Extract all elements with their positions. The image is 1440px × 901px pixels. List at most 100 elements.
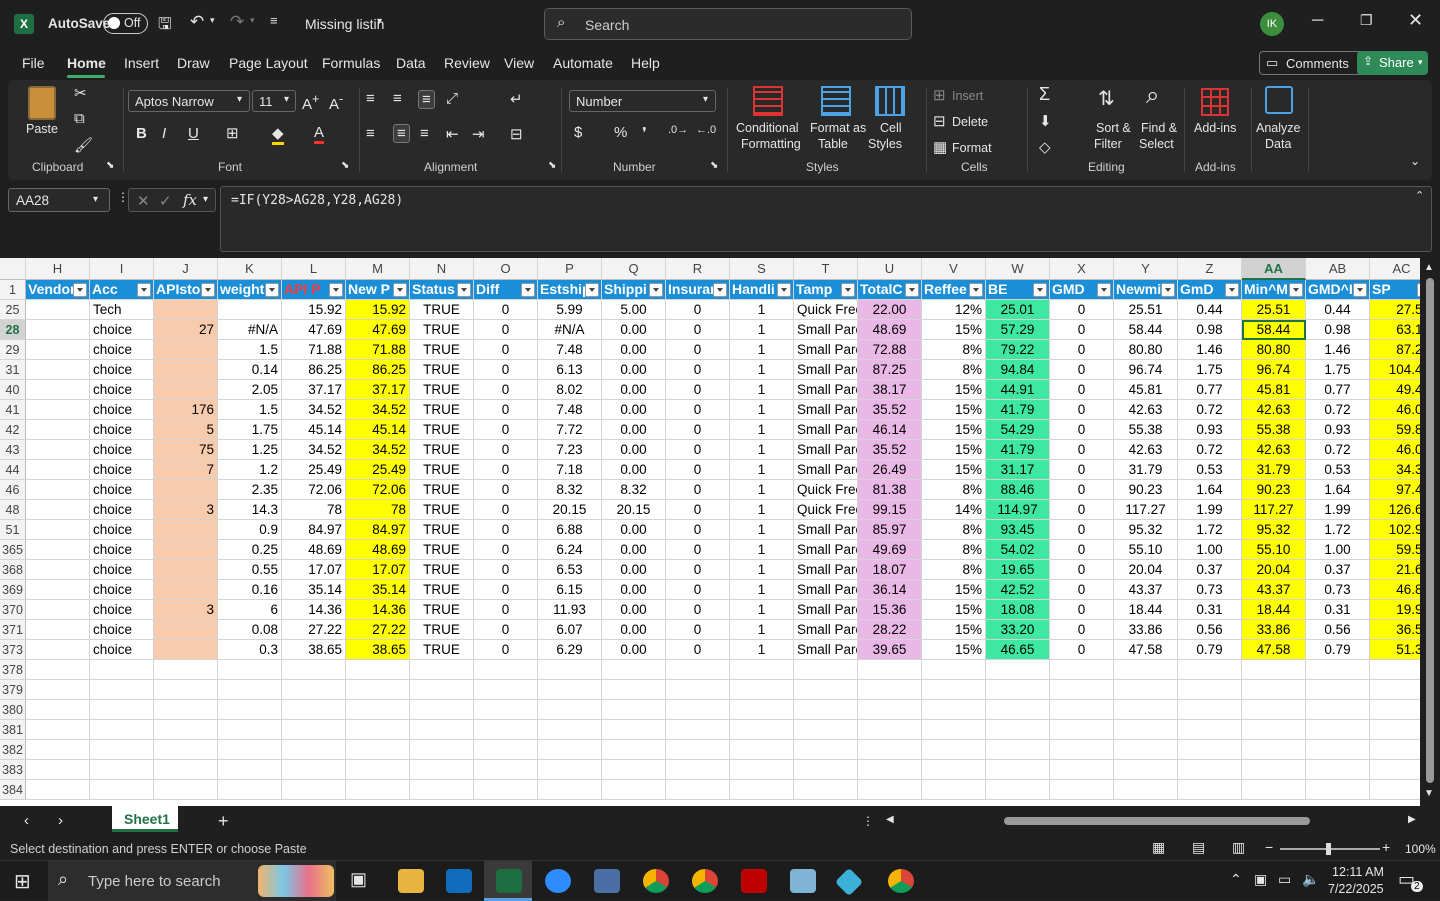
empty-cell[interactable] [1114, 660, 1178, 680]
tab-file[interactable]: File [22, 55, 45, 71]
empty-cell[interactable] [602, 740, 666, 760]
percent-icon[interactable]: % [614, 124, 627, 141]
empty-cell[interactable] [90, 680, 154, 700]
table-cell[interactable]: 39.65 [858, 640, 922, 660]
empty-cell[interactable] [794, 740, 858, 760]
filter-dropdown-icon[interactable] [777, 283, 791, 297]
row-header[interactable]: 380 [0, 700, 26, 720]
table-cell[interactable]: 0 [666, 340, 730, 360]
filter-dropdown-icon[interactable] [1097, 283, 1111, 297]
table-cell[interactable]: 25.49 [346, 460, 410, 480]
insert-cells-button[interactable]: Insert [952, 88, 983, 104]
table-header-cell[interactable]: SP [1370, 280, 1420, 300]
empty-cell[interactable] [282, 760, 346, 780]
insert-function-icon[interactable]: fx [183, 191, 197, 209]
column-header-k[interactable]: K [218, 258, 282, 280]
delete-cells-icon[interactable]: ⊟ [933, 112, 946, 130]
table-cell[interactable]: 1.5 [218, 340, 282, 360]
redo-icon[interactable]: ↷ [230, 12, 244, 32]
empty-cell[interactable] [218, 700, 282, 720]
table-cell[interactable]: TRUE [410, 340, 474, 360]
table-cell[interactable]: Small Parc [794, 540, 858, 560]
table-cell[interactable]: 1 [730, 480, 794, 500]
zoom-slider-thumb[interactable] [1326, 843, 1331, 855]
table-cell[interactable]: 0 [474, 520, 538, 540]
table-cell[interactable]: Small Parc [794, 380, 858, 400]
font-size-select[interactable]: 11 ▾ [252, 90, 296, 112]
filter-dropdown-icon[interactable] [1289, 283, 1303, 297]
table-cell[interactable]: 42.63 [1114, 440, 1178, 460]
zoom-out-icon[interactable]: − [1265, 839, 1273, 855]
table-cell[interactable]: 0.16 [218, 580, 282, 600]
table-cell[interactable]: 97.45 [1370, 480, 1420, 500]
table-cell[interactable]: 126.65 [1370, 500, 1420, 520]
table-cell[interactable]: 47.69 [346, 320, 410, 340]
table-cell[interactable]: 1 [730, 320, 794, 340]
empty-cell[interactable] [1178, 760, 1242, 780]
table-cell[interactable] [154, 340, 218, 360]
table-cell[interactable] [26, 300, 90, 320]
filter-dropdown-icon[interactable] [1161, 283, 1175, 297]
table-cell[interactable]: 37.17 [282, 380, 346, 400]
table-cell[interactable]: 20.04 [1242, 560, 1306, 580]
table-cell[interactable]: 0 [474, 420, 538, 440]
table-cell[interactable]: 37.17 [346, 380, 410, 400]
empty-cell[interactable] [986, 700, 1050, 720]
table-cell[interactable]: 86.25 [282, 360, 346, 380]
sort-filter-label-2[interactable]: Filter [1094, 136, 1122, 152]
table-cell[interactable]: 0.00 [602, 340, 666, 360]
table-cell[interactable]: 6.07 [538, 620, 602, 640]
empty-cell[interactable] [858, 720, 922, 740]
empty-cell[interactable] [1050, 680, 1114, 700]
table-cell[interactable]: choice [90, 380, 154, 400]
table-cell[interactable]: choice [90, 560, 154, 580]
table-cell[interactable] [26, 640, 90, 660]
format-painter-icon[interactable]: 🖌 [74, 136, 93, 154]
empty-cell[interactable] [1306, 740, 1370, 760]
table-cell[interactable]: 6.13 [538, 360, 602, 380]
row-header[interactable]: 1 [0, 280, 26, 300]
table-cell[interactable]: Quick Free [794, 500, 858, 520]
filter-dropdown-icon[interactable] [649, 283, 663, 297]
table-cell[interactable]: 72.88 [858, 340, 922, 360]
table-cell[interactable] [26, 440, 90, 460]
table-cell[interactable]: 48.69 [858, 320, 922, 340]
empty-cell[interactable] [218, 740, 282, 760]
table-cell[interactable]: 14.36 [346, 600, 410, 620]
tab-home[interactable]: Home [67, 55, 106, 71]
formula-input[interactable]: =IF(Y28>AG28,Y28,AG28) ⌃ [220, 186, 1432, 252]
table-cell[interactable]: 45.14 [282, 420, 346, 440]
table-cell[interactable]: 176 [154, 400, 218, 420]
empty-cell[interactable] [154, 780, 218, 800]
table-cell[interactable]: 15% [922, 380, 986, 400]
empty-cell[interactable] [218, 720, 282, 740]
empty-cell[interactable] [602, 780, 666, 800]
table-cell[interactable]: 0 [666, 520, 730, 540]
table-cell[interactable]: 0.44 [1178, 300, 1242, 320]
table-cell[interactable]: 31.79 [1114, 460, 1178, 480]
empty-cell[interactable] [410, 680, 474, 700]
table-cell[interactable]: 1.00 [1306, 540, 1370, 560]
empty-cell[interactable] [1050, 720, 1114, 740]
row-header[interactable]: 381 [0, 720, 26, 740]
column-header-n[interactable]: N [410, 258, 474, 280]
empty-cell[interactable] [858, 700, 922, 720]
table-cell[interactable]: 1.5 [218, 400, 282, 420]
excel-taskbar-active[interactable] [484, 861, 532, 901]
align-center-icon[interactable]: ≡ [393, 124, 410, 143]
empty-cell[interactable] [1050, 660, 1114, 680]
horizontal-scroll-thumb[interactable] [1004, 817, 1310, 825]
empty-cell[interactable] [1178, 700, 1242, 720]
table-cell[interactable]: 0 [474, 560, 538, 580]
table-cell[interactable]: 35.14 [346, 580, 410, 600]
empty-cell[interactable] [858, 760, 922, 780]
empty-cell[interactable] [474, 660, 538, 680]
table-cell[interactable]: choice [90, 520, 154, 540]
conditional-formatting-label[interactable]: Conditional [736, 120, 799, 136]
active-cell[interactable]: 58.44 [1242, 320, 1306, 340]
empty-cell[interactable] [1370, 760, 1420, 780]
table-cell[interactable]: 0 [666, 360, 730, 380]
tab-data[interactable]: Data [396, 55, 426, 71]
table-cell[interactable]: 42.52 [986, 580, 1050, 600]
chrome-profile-icon[interactable] [692, 869, 718, 893]
